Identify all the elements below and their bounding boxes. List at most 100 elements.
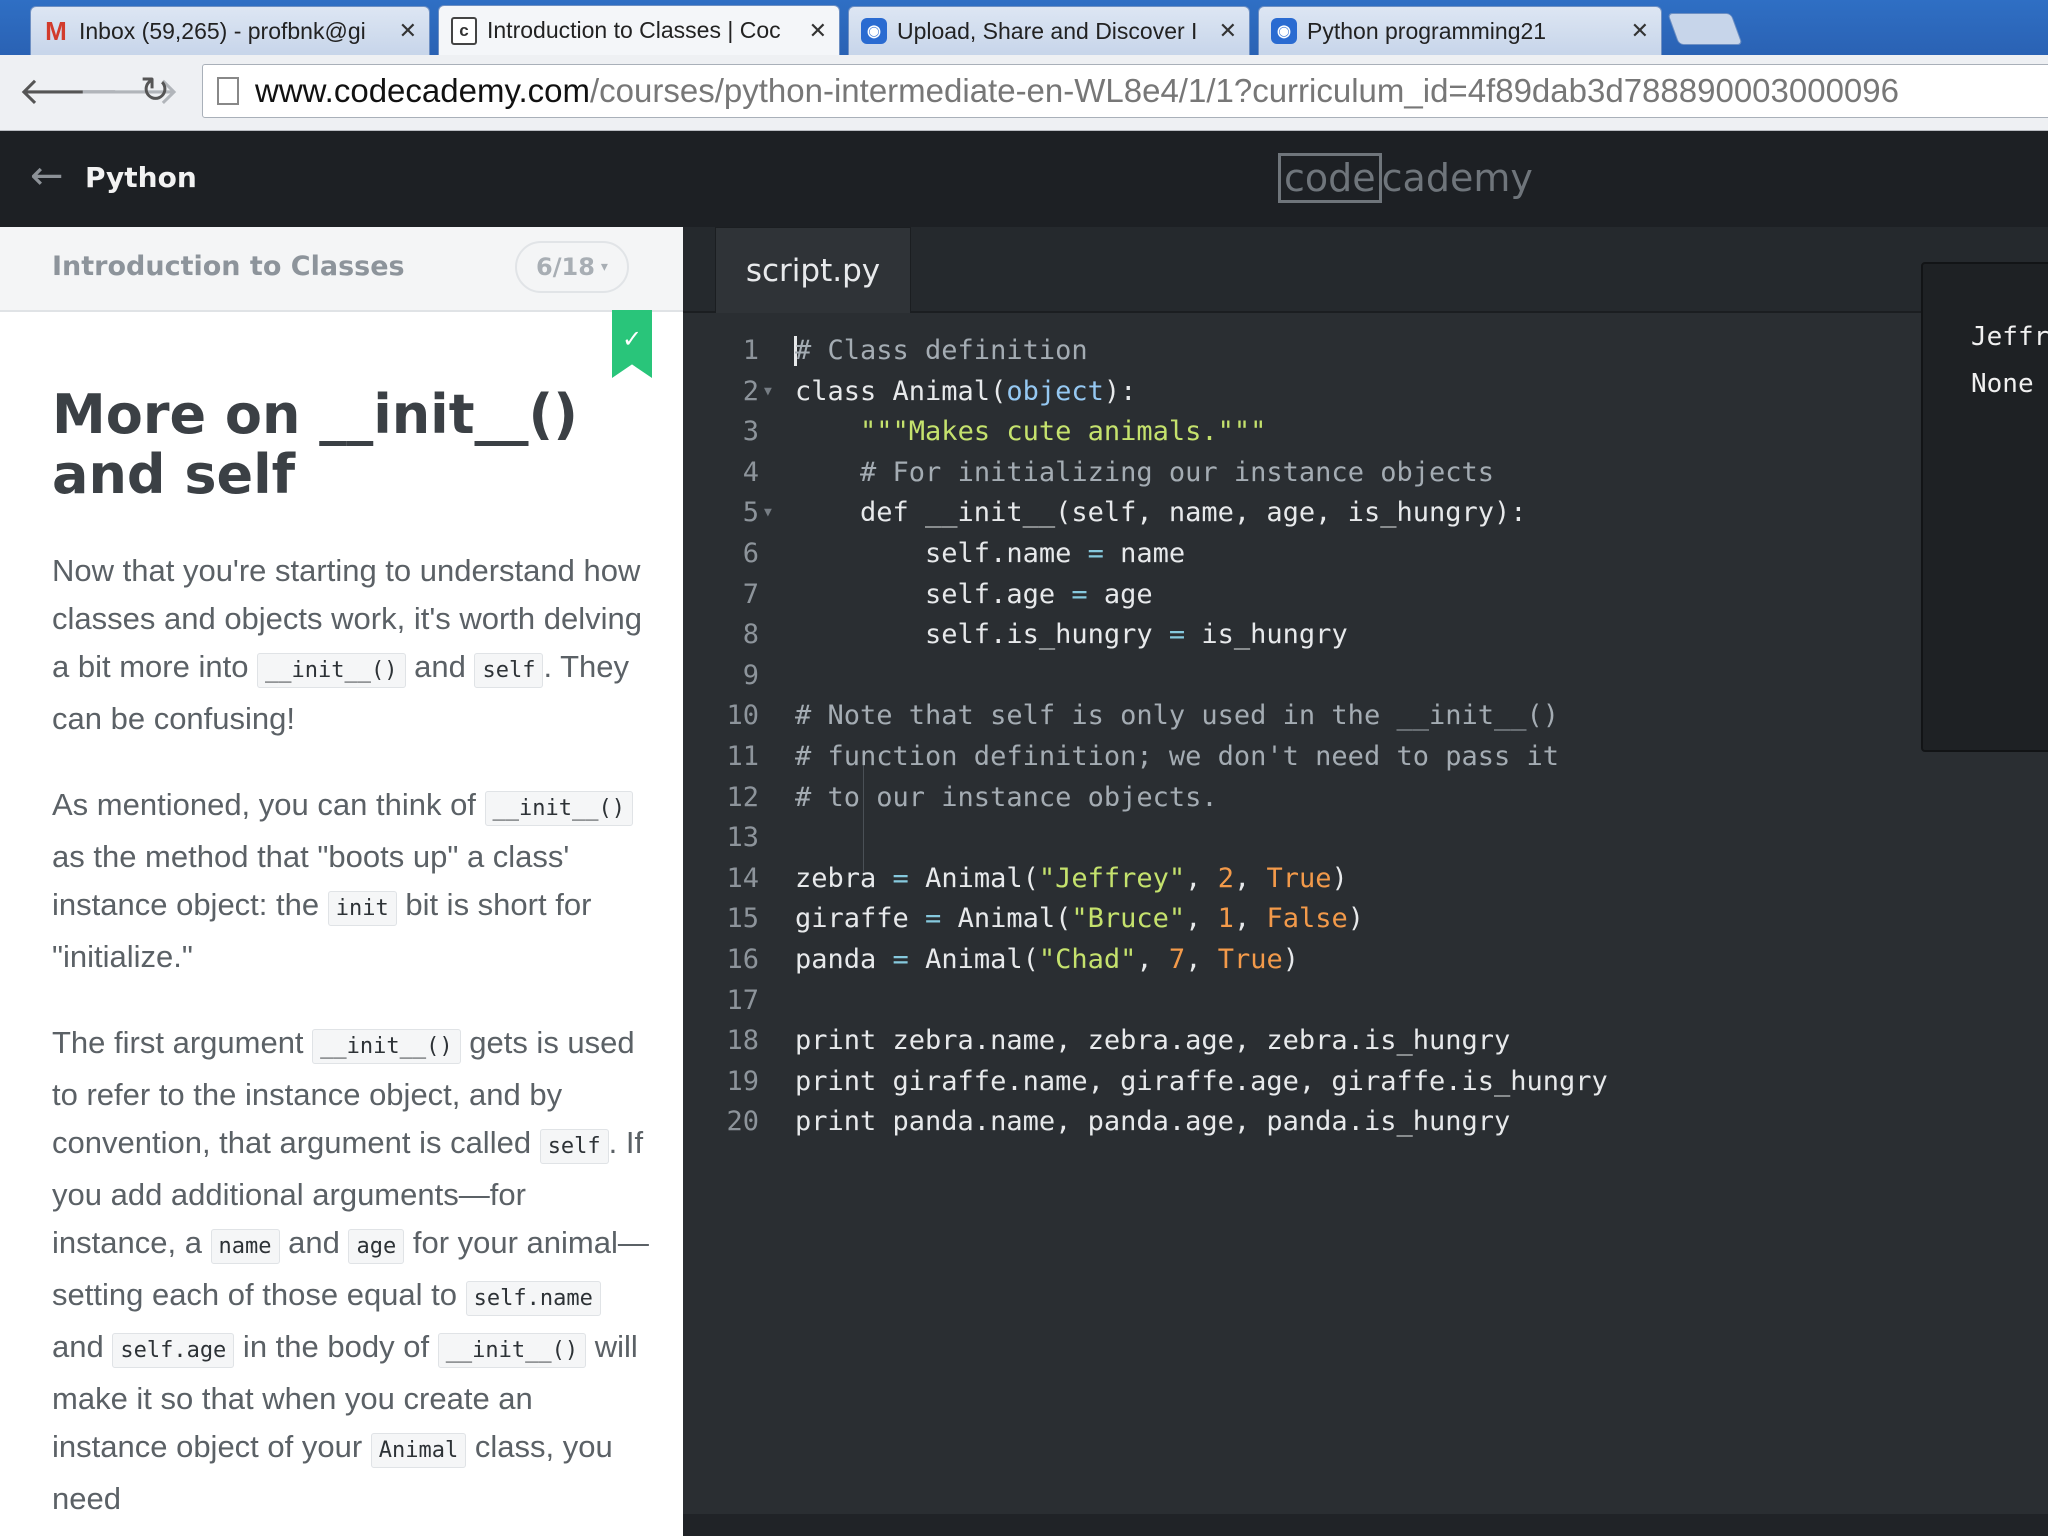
progress-text: 6/18	[536, 253, 595, 281]
tab-title: Introduction to Classes | Coc	[487, 17, 781, 43]
browser-tab-python[interactable]: ◉ Python programming21 ✕	[1258, 6, 1662, 55]
inline-code: __init__()	[437, 1333, 587, 1368]
lesson-topbar: Introduction to Classes 6/18 ▾	[0, 227, 683, 312]
code-line[interactable]: 13	[683, 818, 2048, 859]
line-number: 10	[726, 700, 759, 732]
code-text: self.age = age	[795, 578, 1153, 610]
code-text: self.is_hungry = is_hungry	[795, 619, 1348, 651]
code-line[interactable]: 4 # For initializing our instance object…	[683, 453, 2048, 494]
inline-code: self.age	[112, 1333, 235, 1368]
codecademy-logo[interactable]: code cademy	[1278, 153, 1533, 203]
url-host: www.codecademy.com	[255, 72, 591, 109]
lesson-paragraph: Now that you're starting to understand h…	[52, 547, 652, 743]
code-line[interactable]: 5 ▼ def __init__(self, name, age, is_hung…	[683, 493, 2048, 534]
close-icon[interactable]: ✕	[1631, 18, 1649, 44]
code-editor[interactable]: 1 # Class definition 2 ▼ class Animal(object…	[683, 331, 2048, 1491]
line-number: 8	[742, 619, 759, 651]
lesson-body: Now that you're starting to understand h…	[52, 547, 652, 1536]
output-console[interactable]: Jeffr None	[1921, 262, 2048, 752]
text: and	[52, 1329, 113, 1364]
code-text: # to our instance objects.	[795, 781, 1218, 813]
line-number: 7	[742, 578, 759, 610]
console-output-line: None	[1971, 369, 2034, 399]
tab-title: Python programming21	[1307, 17, 1547, 44]
code-line[interactable]: 14 zebra = Animal("Jeffrey", 2, True)	[683, 859, 2048, 900]
code-line[interactable]: 9	[683, 656, 2048, 697]
close-icon[interactable]: ✕	[809, 18, 827, 44]
course-title-link[interactable]: Python	[85, 161, 197, 194]
code-line[interactable]: 3 """Makes cute animals."""	[683, 412, 2048, 453]
console-output-line: Jeffr	[1971, 322, 2048, 352]
fold-arrow-icon[interactable]: ▼	[764, 372, 772, 413]
line-number: 12	[726, 781, 759, 813]
line-number: 14	[726, 862, 759, 894]
editor-tab-bar: script.py	[683, 227, 2048, 313]
browser-tab-gmail[interactable]: M Inbox (59,265) - profbnk@gi ✕	[30, 6, 430, 55]
code-line[interactable]: 10 # Note that self is only used in the _…	[683, 696, 2048, 737]
line-number: 6	[742, 537, 759, 569]
fold-arrow-icon[interactable]: ▼	[764, 493, 772, 534]
lesson-panel: Introduction to Classes 6/18 ▾ ✓ More on…	[0, 227, 683, 1536]
code-text: giraffe = Animal("Bruce", 1, False)	[795, 903, 1364, 935]
inline-code: init	[327, 891, 397, 926]
line-number: 4	[742, 456, 759, 488]
new-tab-button[interactable]	[1667, 13, 1743, 45]
line-number: 11	[726, 740, 759, 772]
code-text: # function definition; we don't need to …	[795, 740, 1560, 772]
close-icon[interactable]: ✕	[1219, 18, 1237, 44]
code-line[interactable]: 6 self.name = name	[683, 534, 2048, 575]
code-line[interactable]: 2 ▼ class Animal(object):	[683, 372, 2048, 413]
reload-icon[interactable]: ↻	[140, 71, 170, 111]
code-text: def __init__(self, name, age, is_hungry)…	[795, 497, 1527, 529]
line-number: 16	[726, 943, 759, 975]
browser-tab-upload[interactable]: ◉ Upload, Share and Discover I ✕	[848, 6, 1250, 55]
code-text: class Animal(object):	[795, 375, 1137, 407]
inline-code: Animal	[370, 1433, 467, 1468]
lesson-paragraph: As mentioned, you can think of __init__(…	[52, 781, 652, 981]
gmail-icon: M	[45, 15, 67, 46]
code-line[interactable]: 12 # to our instance objects.	[683, 778, 2048, 819]
code-line[interactable]: 1 # Class definition	[683, 331, 2048, 372]
editor-footer	[683, 1514, 2048, 1536]
code-line[interactable]: 7 self.age = age	[683, 575, 2048, 616]
line-number: 2	[742, 375, 759, 407]
text: and	[279, 1225, 349, 1260]
code-text: self.name = name	[795, 537, 1186, 569]
code-line[interactable]: 15 giraffe = Animal("Bruce", 1, False)	[683, 899, 2048, 940]
line-number: 20	[726, 1106, 759, 1138]
code-line[interactable]: 11 # function definition; we don't need t…	[683, 737, 2048, 778]
text: in the body of	[234, 1329, 438, 1364]
code-line[interactable]: 17	[683, 981, 2048, 1022]
address-bar[interactable]: www.codecademy.com/courses/python-interm…	[202, 64, 2048, 118]
line-number: 1	[742, 335, 759, 366]
code-text: """Makes cute animals."""	[860, 416, 1267, 448]
close-icon[interactable]: ✕	[399, 18, 417, 44]
code-line[interactable]: 8 self.is_hungry = is_hungry	[683, 615, 2048, 656]
code-line[interactable]: 20 print panda.name, panda.age, panda.is_…	[683, 1102, 2048, 1143]
text: and	[405, 649, 475, 684]
screencast-icon: ◉	[1271, 18, 1297, 44]
code-text: # Class definition	[795, 335, 1088, 366]
line-number: 19	[726, 1065, 759, 1097]
completed-bookmark-icon: ✓	[612, 310, 652, 378]
code-text: # For initializing our instance objects	[860, 456, 1494, 488]
code-line[interactable]: 16 panda = Animal("Chad", 7, True)	[683, 940, 2048, 981]
code-text: print panda.name, panda.age, panda.is_hu…	[795, 1106, 1511, 1138]
inline-code: __init__()	[312, 1029, 461, 1064]
file-tab-script[interactable]: script.py	[715, 227, 911, 313]
code-line[interactable]: 18 print zebra.name, zebra.age, zebra.is_…	[683, 1021, 2048, 1062]
back-arrow-icon[interactable]: ←	[30, 153, 64, 199]
site-header: ← Python code cademy	[0, 131, 2048, 227]
code-line[interactable]: 19 print giraffe.name, giraffe.age, giraf…	[683, 1062, 2048, 1103]
inline-code: __init__()	[484, 791, 633, 826]
code-text: zebra = Animal("Jeffrey", 2, True)	[795, 862, 1348, 894]
code-text: print giraffe.name, giraffe.age, giraffe…	[795, 1065, 1608, 1097]
browser-tab-codecademy[interactable]: c Introduction to Classes | Coc ✕	[438, 5, 840, 55]
progress-dropdown[interactable]: 6/18 ▾	[515, 241, 629, 293]
line-number: 18	[726, 1025, 759, 1057]
code-text: print zebra.name, zebra.age, zebra.is_hu…	[795, 1025, 1511, 1057]
chevron-down-icon: ▾	[600, 259, 608, 275]
code-editor-pane: script.py 1 # Class definition 2 ▼ class Ani…	[683, 227, 2048, 1536]
line-number: 3	[742, 416, 759, 448]
codecademy-icon: c	[451, 16, 477, 45]
